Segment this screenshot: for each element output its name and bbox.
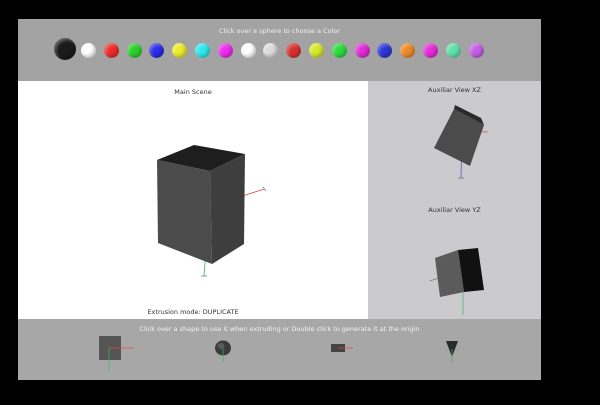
aux-view-xz-canvas[interactable] [368, 95, 541, 210]
color-swatch[interactable] [309, 43, 324, 58]
main-scene-canvas[interactable] [18, 81, 368, 319]
color-swatch[interactable] [103, 43, 119, 58]
color-swatch[interactable] [217, 43, 233, 58]
aux-view-xz-title: Auxiliar View XZ [428, 86, 481, 94]
shape-option-cube[interactable] [99, 336, 134, 371]
color-swatch[interactable] [331, 43, 347, 58]
color-swatch[interactable] [54, 38, 76, 60]
shape-option-sphere[interactable] [215, 340, 231, 364]
color-swatch[interactable] [400, 43, 416, 58]
shape-option-cone[interactable] [446, 341, 458, 363]
color-swatch[interactable] [195, 43, 210, 58]
color-swatch[interactable] [354, 43, 370, 58]
color-swatch[interactable] [423, 43, 438, 58]
extrusion-mode-label: Extrusion mode: DUPLICATE [147, 308, 239, 316]
color-swatch[interactable] [81, 43, 96, 58]
color-swatch[interactable] [445, 43, 461, 58]
color-swatch[interactable] [149, 43, 165, 58]
color-swatch[interactable] [240, 43, 256, 58]
color-swatch[interactable] [172, 43, 188, 58]
aux-view-yz-canvas[interactable] [368, 215, 541, 320]
app-window: Click over a sphere to choose a Color Ma… [18, 19, 541, 380]
color-palette: Click over a sphere to choose a Color [18, 19, 541, 81]
color-swatch[interactable] [468, 43, 484, 58]
shape-options [99, 336, 458, 371]
palette-instruction: Click over a sphere to choose a Color [218, 27, 341, 35]
aux-view-yz-title: Auxiliar View YZ [428, 206, 481, 214]
xz-cube[interactable] [434, 105, 484, 166]
shape-selector-bar: Click over a shape to use it when extrud… [18, 319, 541, 380]
aux-views-panel: Auxiliar View XZ Auxiliar View YZ [368, 81, 541, 319]
main-scene-viewport[interactable]: Main Scene Extrusion mode: DUPLICATE [18, 81, 368, 319]
shape-option-cylinder[interactable] [331, 344, 353, 352]
color-swatch[interactable] [377, 43, 393, 58]
cube-shape[interactable] [157, 145, 245, 264]
yz-cube[interactable] [435, 248, 484, 297]
color-swatch[interactable] [263, 43, 279, 58]
color-swatch[interactable] [126, 43, 142, 58]
color-swatch[interactable] [286, 43, 302, 58]
